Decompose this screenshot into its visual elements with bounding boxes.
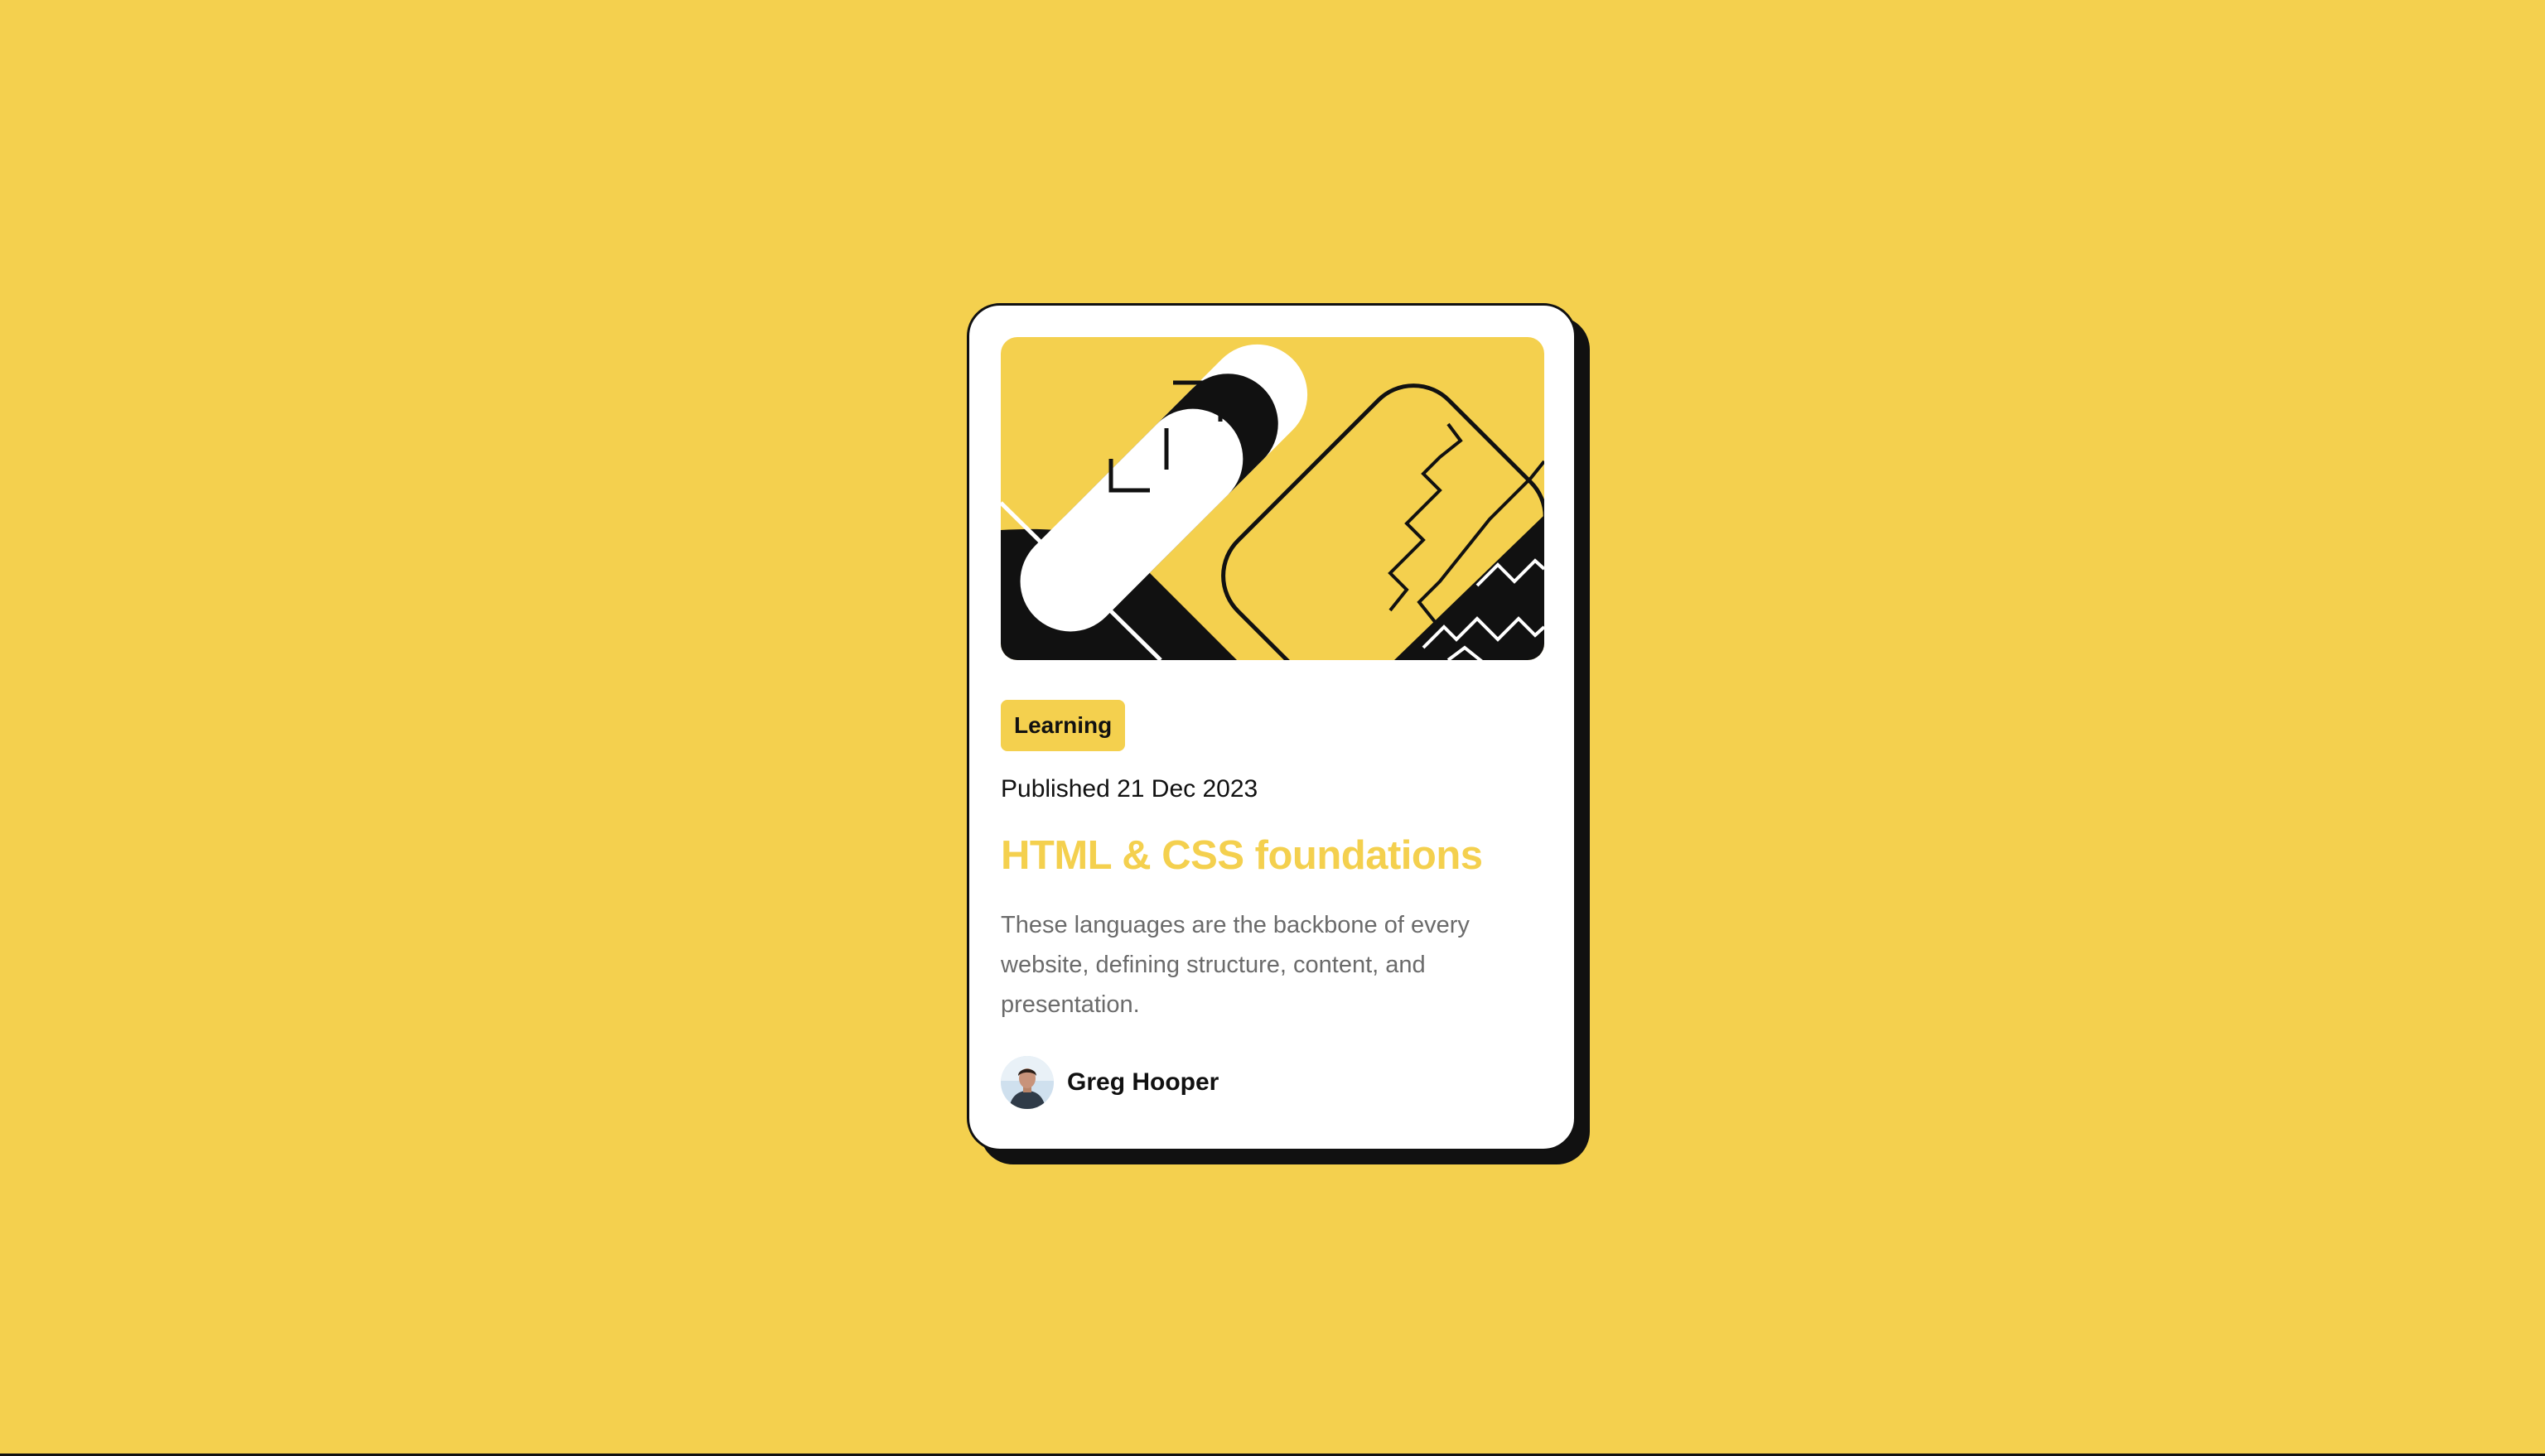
- category-tag: Learning: [1001, 700, 1126, 751]
- card-title[interactable]: HTML & CSS foundations: [1001, 831, 1543, 880]
- author-name: Greg Hooper: [1067, 1068, 1219, 1096]
- blog-preview-card: Learning Published 21 Dec 2023 HTML & CS…: [967, 303, 1577, 1151]
- published-date: Published 21 Dec 2023: [1001, 775, 1258, 803]
- avatar: [1001, 1056, 1054, 1109]
- author: Greg Hooper: [1001, 1056, 1543, 1109]
- card-description: These languages are the backbone of ever…: [1001, 912, 1470, 1018]
- card-illustration: [1001, 337, 1544, 660]
